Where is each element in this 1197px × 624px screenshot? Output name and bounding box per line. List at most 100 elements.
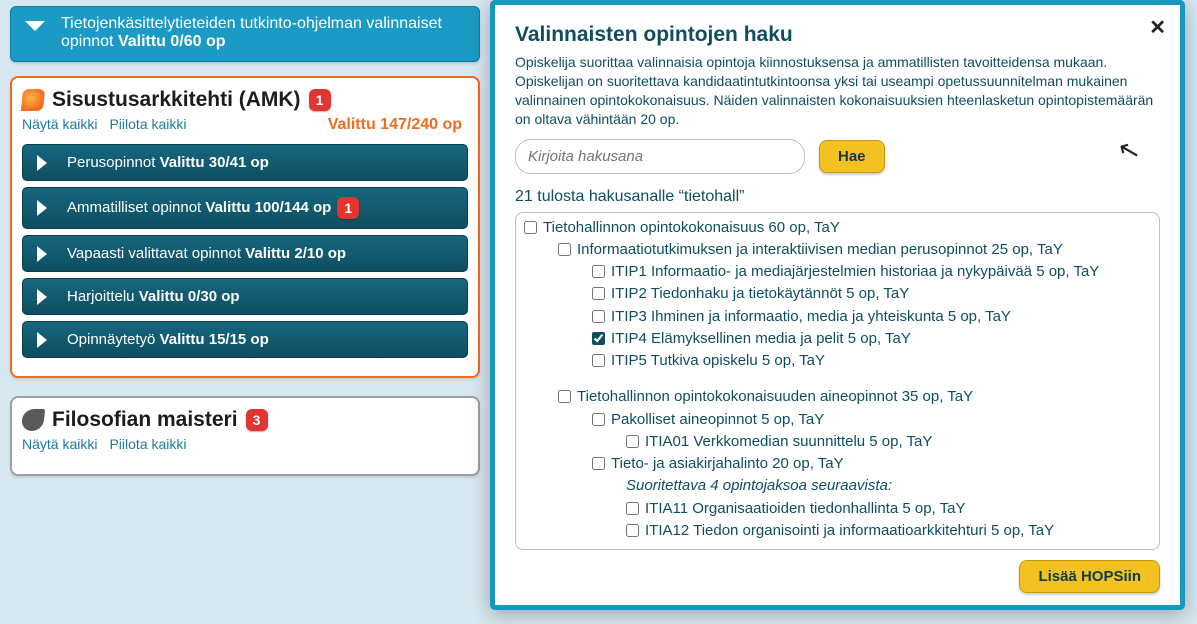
tree-row[interactable]: Informaatiotutkimuksen ja interaktiivise… — [558, 239, 1137, 261]
accordion-label: Vapaasti valittavat opinnot — [67, 245, 245, 262]
tree-row[interactable]: Pakolliset aineopinnot 5 op, TaY — [592, 409, 1137, 431]
accordion-label: Perusopinnot — [67, 154, 160, 171]
accordion-row[interactable]: Harjoittelu Valittu 0/30 op — [22, 278, 468, 315]
modal-description: Opiskelija suorittaa valinnaisia opintoj… — [515, 53, 1160, 129]
accordion-label: Ammatilliset opinnot — [67, 199, 205, 216]
tree-label: Tietohallinnon opintokokonaisuus 60 op, … — [543, 218, 840, 238]
tree-checkbox[interactable] — [558, 390, 571, 403]
accordion-label: Harjoittelu — [67, 288, 139, 305]
tree-checkbox[interactable] — [592, 354, 605, 367]
accordion-credits: Valittu 0/30 op — [139, 288, 240, 305]
tree-row[interactable]: ITIP3 Ihminen ja informaatio, media ja y… — [592, 306, 1137, 328]
tree-checkbox[interactable] — [592, 265, 605, 278]
chevron-right-icon — [37, 332, 47, 348]
accordion-label: Opinnäytetyö — [67, 331, 160, 348]
tree-label: Informaatiotutkimuksen ja interaktiivise… — [577, 240, 1063, 260]
modal-title: Valinnaisten opintojen haku — [515, 23, 1160, 47]
tree-row[interactable]: Tietohallinnon opintokokonaisuus 60 op, … — [524, 217, 1137, 239]
hide-all-link[interactable]: Piilota kaikki — [109, 116, 186, 132]
tree-checkbox[interactable] — [592, 457, 605, 470]
tree-row[interactable]: ITIP5 Tutkiva opiskelu 5 op, TaY — [592, 350, 1137, 372]
tree-row[interactable]: Tieto- ja asiakirjahalinto 20 op, TaY — [592, 453, 1137, 475]
tree-label: ITIA01 Verkkomedian suunnittelu 5 op, Ta… — [645, 432, 932, 452]
tree-row[interactable]: ITIA13 Tiedon organisoinnin kirjatentti … — [626, 542, 1137, 545]
tree-row[interactable]: ITIA11 Organisaatioiden tiedonhallinta 5… — [626, 498, 1137, 520]
tree-checkbox[interactable] — [592, 413, 605, 426]
tree-label: ITIA12 Tiedon organisointi ja informaati… — [645, 521, 1054, 541]
accordion-credits: Valittu 2/10 op — [245, 245, 346, 262]
program-title-row: Filosofian maisteri 3 — [22, 408, 468, 432]
results-tree[interactable]: Tietohallinnon opintokokonaisuus 60 op, … — [524, 217, 1155, 545]
program-badge: 3 — [246, 409, 268, 431]
tree-label: Tietohallinnon opintokokonaisuuden aineo… — [577, 387, 973, 407]
tree-label: ITIP1 Informaatio- ja mediajärjestelmien… — [611, 262, 1099, 282]
program-logo-icon — [21, 409, 45, 431]
accordion-credits: Valittu 15/15 op — [160, 331, 269, 348]
page-background: Tietojenkäsittelytieteiden tutkinto-ohje… — [0, 0, 490, 494]
accordion-credits: Valittu 30/41 op — [160, 154, 269, 171]
chevron-down-icon — [25, 21, 45, 31]
accordion-badge: 1 — [337, 197, 359, 219]
accordion-row[interactable]: Ammatilliset opinnot Valittu 100/144 op 1 — [22, 187, 468, 229]
tree-checkbox[interactable] — [626, 502, 639, 515]
accordion-row[interactable]: Vapaasti valittavat opinnot Valittu 2/10… — [22, 235, 468, 272]
tree-label: ITIP2 Tiedonhaku ja tietokäytännöt 5 op,… — [611, 284, 909, 304]
tree-row[interactable]: ITIA12 Tiedon organisointi ja informaati… — [626, 520, 1137, 542]
program-title: Sisustusarkkitehti (AMK) — [52, 88, 301, 112]
tree-checkbox[interactable] — [592, 310, 605, 323]
tree-label: ITIP5 Tutkiva opiskelu 5 op, TaY — [611, 351, 825, 371]
tree-row[interactable]: ITIP2 Tiedonhaku ja tietokäytännöt 5 op,… — [592, 283, 1137, 305]
results-count: 21 tulosta hakusanalle “tietohall” — [515, 188, 1160, 206]
elective-banner[interactable]: Tietojenkäsittelytieteiden tutkinto-ohje… — [10, 6, 480, 62]
program-logo-icon — [21, 89, 45, 111]
modal-footer: Lisää HOPSiin — [515, 550, 1160, 593]
cursor-icon: ↖ — [1115, 132, 1144, 168]
tree-checkbox[interactable] — [524, 221, 537, 234]
tree-checkbox[interactable] — [626, 524, 639, 537]
accordion-credits: Valittu 100/144 op — [205, 199, 331, 216]
tree-label: ITIA13 Tiedon organisoinnin kirjatentti … — [645, 543, 963, 545]
banner-line2: opinnot Valittu 0/60 op — [61, 33, 469, 51]
close-icon[interactable]: ✕ — [1149, 15, 1166, 40]
elective-search-modal: ✕ Valinnaisten opintojen haku Opiskelija… — [490, 0, 1185, 610]
banner-prefix: opinnot — [61, 33, 118, 50]
chevron-right-icon — [37, 246, 47, 262]
chevron-right-icon — [37, 289, 47, 305]
program-links: Näytä kaikki Piilota kaikki Valittu 147/… — [22, 116, 468, 134]
accordion-row[interactable]: Opinnäytetyö Valittu 15/15 op — [22, 321, 468, 358]
tree-row[interactable]: ITIP1 Informaatio- ja mediajärjestelmien… — [592, 261, 1137, 283]
tree-note: Suoritettava 4 opintojaksoa seuraavista: — [626, 476, 892, 496]
hide-all-link[interactable]: Piilota kaikki — [109, 436, 186, 452]
tree-children: Informaatiotutkimuksen ja interaktiivise… — [524, 239, 1137, 545]
banner-line1: Tietojenkäsittelytieteiden tutkinto-ohje… — [61, 15, 469, 33]
tree-checkbox[interactable] — [592, 287, 605, 300]
tree-children: ITIA01 Verkkomedian suunnittelu 5 op, Ta… — [592, 431, 1137, 453]
tree-checkbox[interactable] — [592, 332, 605, 345]
program-credits: Valittu 147/240 op — [328, 116, 468, 134]
tree-note-row: Suoritettava 4 opintojaksoa seuraavista: — [592, 475, 1137, 497]
tree-children: Pakolliset aineopinnot 5 op, TaYITIA01 V… — [558, 409, 1137, 545]
program-title-row: Sisustusarkkitehti (AMK) 1 — [22, 88, 468, 112]
results-box: Tietohallinnon opintokokonaisuus 60 op, … — [515, 212, 1160, 550]
tree-label: Pakolliset aineopinnot 5 op, TaY — [611, 410, 824, 430]
tree-row[interactable]: ITIA01 Verkkomedian suunnittelu 5 op, Ta… — [626, 431, 1137, 453]
show-all-link[interactable]: Näytä kaikki — [22, 116, 97, 132]
chevron-right-icon — [37, 200, 47, 216]
chevron-right-icon — [37, 155, 47, 171]
program-title: Filosofian maisteri — [52, 408, 238, 432]
tree-label: ITIP4 Elämyksellinen media ja pelit 5 op… — [611, 329, 911, 349]
tree-row[interactable]: Tietohallinnon opintokokonaisuuden aineo… — [558, 386, 1137, 408]
search-row: Hae ↖ — [515, 139, 1160, 174]
banner-credits: Valittu 0/60 op — [118, 33, 226, 50]
accordion-row[interactable]: Perusopinnot Valittu 30/41 op — [22, 144, 468, 181]
program-badge: 1 — [309, 89, 331, 111]
tree-row[interactable]: ITIP4 Elämyksellinen media ja pelit 5 op… — [592, 328, 1137, 350]
tree-checkbox[interactable] — [626, 435, 639, 448]
tree-checkbox[interactable] — [558, 243, 571, 256]
search-input[interactable] — [515, 139, 805, 174]
tree-children: ITIA11 Organisaatioiden tiedonhallinta 5… — [592, 498, 1137, 545]
tree-label: ITIP3 Ihminen ja informaatio, media ja y… — [611, 307, 1011, 327]
show-all-link[interactable]: Näytä kaikki — [22, 436, 97, 452]
search-button[interactable]: Hae — [819, 140, 885, 173]
add-to-hops-button[interactable]: Lisää HOPSiin — [1019, 560, 1160, 593]
